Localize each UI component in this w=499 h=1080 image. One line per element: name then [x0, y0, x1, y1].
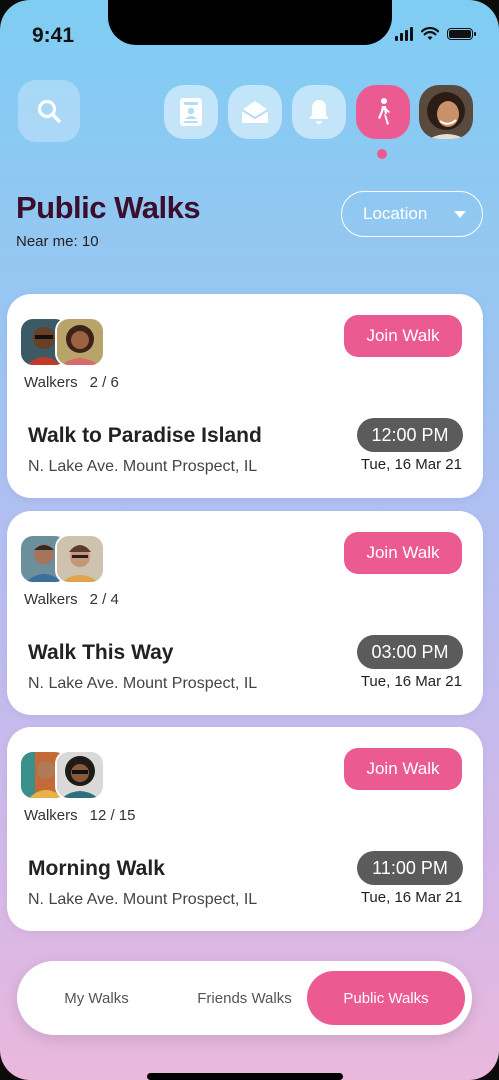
- tab-friends-walks[interactable]: Friends Walks: [177, 961, 312, 1035]
- join-walk-button[interactable]: Join Walk: [344, 315, 462, 357]
- chevron-down-icon: [454, 211, 466, 218]
- walk-card[interactable]: Walkers 12 / 15 Join Walk Morning Walk N.…: [7, 727, 483, 931]
- search-button[interactable]: [18, 80, 80, 142]
- active-indicator-dot: [377, 149, 387, 159]
- walks-button[interactable]: [356, 85, 410, 139]
- walker-avatars: [19, 317, 109, 367]
- walker-avatar: [55, 534, 105, 584]
- walkers-count: Walkers 2 / 4: [24, 591, 119, 608]
- walk-date: Tue, 16 Mar 21: [360, 889, 462, 906]
- status-time: 9:41: [32, 24, 75, 47]
- home-indicator: [147, 1073, 343, 1080]
- notifications-button[interactable]: [292, 85, 346, 139]
- walker-avatar: [55, 317, 105, 367]
- status-icons: [395, 27, 476, 41]
- join-walk-button[interactable]: Join Walk: [344, 532, 462, 574]
- walk-card[interactable]: Walkers 2 / 4 Join Walk Walk This Way N. …: [7, 511, 483, 715]
- contacts-icon: [180, 98, 202, 126]
- battery-icon: [447, 28, 476, 40]
- walking-person-icon: [378, 98, 390, 125]
- walkers-count: Walkers 12 / 15: [24, 807, 136, 824]
- location-dropdown[interactable]: Location: [341, 191, 483, 237]
- walkers-count: Walkers 2 / 6: [24, 374, 119, 391]
- walk-title: Walk to Paradise Island: [28, 424, 262, 447]
- walk-date: Tue, 16 Mar 21: [360, 673, 462, 690]
- walk-address: N. Lake Ave. Mount Prospect, IL: [28, 458, 258, 475]
- walk-title: Morning Walk: [28, 857, 165, 880]
- walk-card[interactable]: Walkers 2 / 6 Join Walk Walk to Paradise …: [7, 294, 483, 498]
- app-screen: 9:41 Public Walks Near me: 10 Location W…: [0, 0, 499, 1080]
- bell-icon: [309, 100, 329, 124]
- location-dropdown-label: Location: [363, 204, 428, 223]
- walk-address: N. Lake Ave. Mount Prospect, IL: [28, 891, 258, 908]
- walk-time-badge: 03:00 PM: [357, 635, 463, 669]
- near-me-count: Near me: 10: [16, 233, 99, 250]
- walker-avatar: [55, 750, 105, 800]
- search-icon: [37, 99, 61, 123]
- messages-button[interactable]: [228, 85, 282, 139]
- contacts-button[interactable]: [164, 85, 218, 139]
- page-title: Public Walks: [16, 190, 201, 225]
- walk-title: Walk This Way: [28, 641, 174, 664]
- cellular-signal-icon: [395, 27, 413, 41]
- tab-public-walks[interactable]: Public Walks: [307, 971, 465, 1025]
- avatar[interactable]: [419, 85, 473, 139]
- walk-date: Tue, 16 Mar 21: [360, 456, 462, 473]
- tab-my-walks[interactable]: My Walks: [29, 961, 164, 1035]
- bottom-tab-bar: My Walks Friends Walks Public Walks: [17, 961, 472, 1035]
- device-notch: [108, 0, 392, 45]
- walk-address: N. Lake Ave. Mount Prospect, IL: [28, 675, 258, 692]
- walk-time-badge: 11:00 PM: [357, 851, 463, 885]
- mail-icon: [241, 101, 269, 123]
- walker-avatars: [19, 534, 109, 584]
- wifi-icon: [421, 27, 439, 40]
- walker-avatars: [19, 750, 109, 800]
- walk-time-badge: 12:00 PM: [357, 418, 463, 452]
- join-walk-button[interactable]: Join Walk: [344, 748, 462, 790]
